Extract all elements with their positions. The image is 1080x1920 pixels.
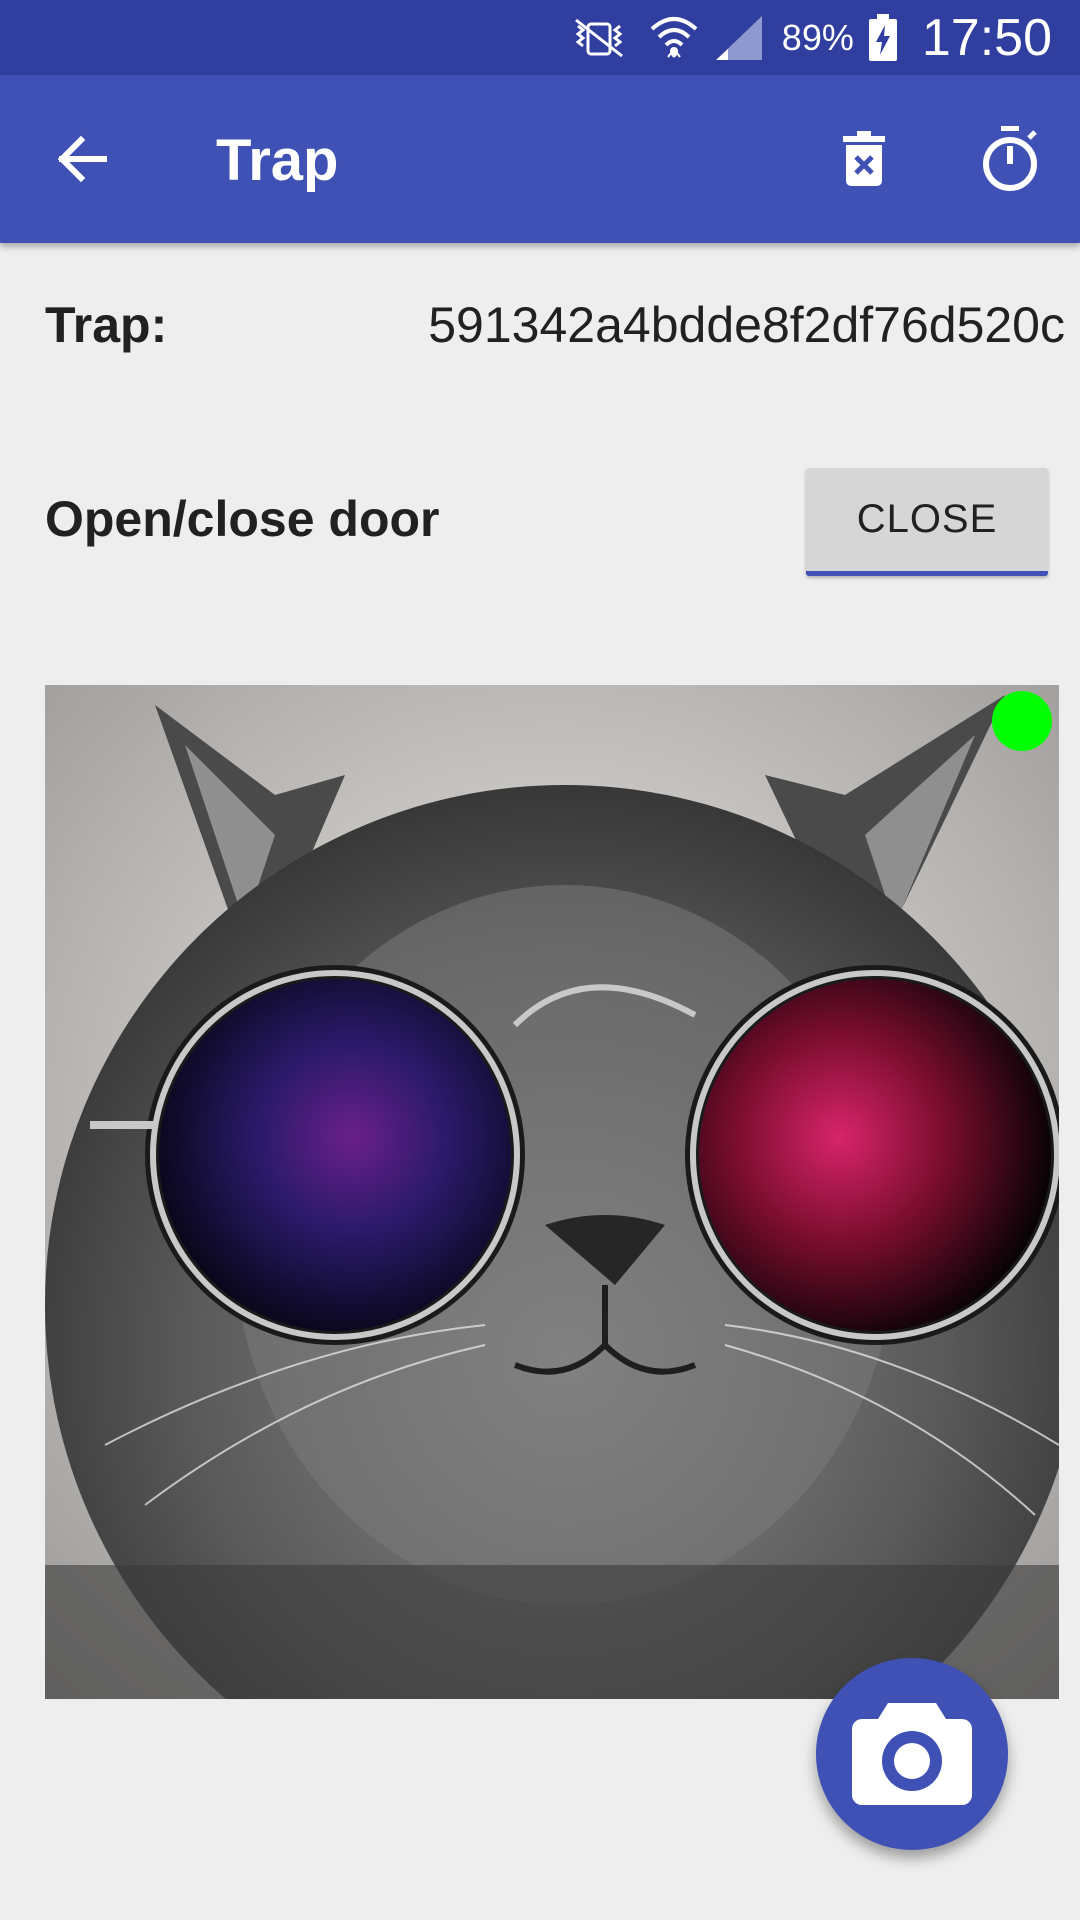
trap-row: Trap: 591342a4bdde8f2df76d520c — [45, 296, 1065, 356]
camera-fab[interactable] — [816, 1658, 1008, 1850]
close-door-button[interactable]: CLOSE — [806, 468, 1048, 576]
cat-photo-image — [45, 685, 1059, 1699]
app-bar: Trap — [0, 75, 1080, 243]
door-label: Open/close door — [45, 491, 440, 547]
vibrate-icon — [564, 16, 634, 60]
arrow-back-icon — [56, 133, 108, 190]
back-button[interactable] — [46, 125, 118, 197]
signal-icon — [714, 14, 764, 62]
camera-icon — [850, 1699, 974, 1810]
battery-percent: 89% — [781, 16, 854, 58]
status-bar: 89% 17:50 — [0, 0, 1080, 75]
status-clock: 17:50 — [921, 8, 1052, 67]
delete-icon — [843, 130, 885, 192]
trap-id: 591342a4bdde8f2df76d520c — [428, 297, 1065, 353]
trap-label: Trap: — [45, 297, 168, 353]
trap-photo — [45, 685, 1059, 1699]
battery-charging-icon — [868, 13, 898, 63]
status-icons: 89% 17:50 — [564, 0, 1052, 75]
timer-icon — [979, 125, 1041, 197]
timer-button[interactable] — [972, 123, 1048, 199]
delete-button[interactable] — [828, 125, 900, 197]
wifi-icon — [648, 13, 700, 63]
online-status-dot — [992, 691, 1052, 751]
page-title: Trap — [216, 128, 339, 193]
